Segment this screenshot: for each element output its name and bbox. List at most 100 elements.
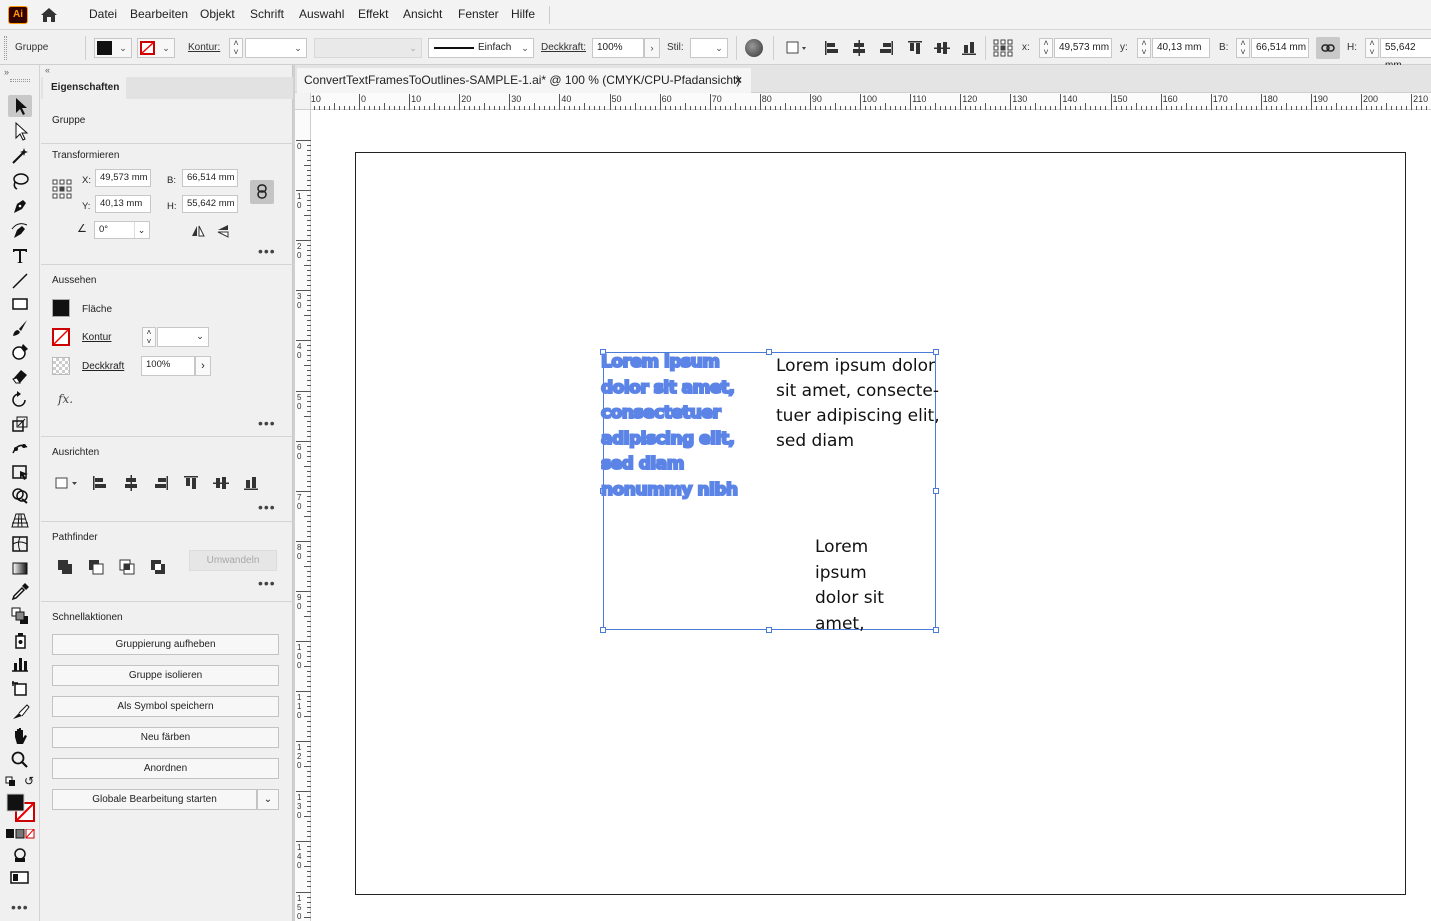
collapse-panel-icon[interactable]: « — [45, 65, 50, 75]
menu-auswahl[interactable]: Auswahl — [299, 7, 344, 21]
align-to-icon[interactable] — [55, 475, 81, 491]
align-center-vertical-icon[interactable] — [213, 475, 229, 491]
default-colors-icon[interactable] — [5, 776, 17, 788]
variable-width-profile[interactable]: ⌄ — [314, 38, 422, 58]
resize-handle[interactable] — [933, 488, 939, 494]
slice-tool-icon[interactable] — [8, 701, 32, 723]
align-left-icon[interactable] — [824, 40, 840, 56]
stroke-weight-stepper[interactable]: ˄ ˅ — [142, 327, 156, 347]
rectangle-tool-icon[interactable] — [8, 293, 32, 315]
minus-front-icon[interactable] — [88, 559, 104, 575]
menu-objekt[interactable]: Objekt — [200, 7, 235, 21]
opacity-input[interactable]: 100% — [141, 356, 195, 376]
hand-tool-icon[interactable] — [8, 725, 32, 747]
intersect-icon[interactable] — [119, 559, 135, 575]
lasso-tool-icon[interactable] — [8, 170, 32, 192]
column-graph-tool-icon[interactable] — [8, 653, 32, 675]
align-bottom-icon[interactable] — [961, 40, 977, 56]
pen-tool-icon[interactable] — [8, 195, 32, 217]
fill-color-picker[interactable]: ⌄ — [94, 38, 132, 58]
more-options-icon[interactable]: ••• — [258, 415, 276, 431]
eyedropper-tool-icon[interactable] — [8, 581, 32, 603]
y-stepper[interactable]: ˄ ˅ — [1137, 38, 1151, 58]
mesh-tool-icon[interactable] — [8, 533, 32, 555]
align-right-icon[interactable] — [878, 40, 894, 56]
more-options-icon[interactable]: ••• — [258, 499, 276, 515]
curvature-tool-icon[interactable] — [8, 220, 32, 242]
isolate-group-button[interactable]: Gruppe isolieren — [52, 665, 279, 686]
grip-icon[interactable] — [4, 36, 7, 60]
constrain-proportions-icon[interactable] — [250, 180, 274, 204]
drawing-mode-icon[interactable] — [12, 847, 28, 863]
height-stepper[interactable]: ˄ ˅ — [1365, 38, 1379, 58]
stroke-weight-stepper[interactable]: ˄ ˅ — [229, 38, 243, 58]
reference-point-icon[interactable] — [52, 179, 72, 199]
stroke-weight-input[interactable]: ⌄ — [157, 327, 209, 347]
shaper-tool-icon[interactable] — [8, 341, 32, 363]
flip-horizontal-icon[interactable] — [191, 224, 205, 238]
menu-effekt[interactable]: Effekt — [358, 7, 388, 21]
menu-schrift[interactable]: Schrift — [250, 7, 284, 21]
height-input[interactable]: 55,642 mm — [182, 195, 238, 213]
flip-vertical-icon[interactable] — [216, 224, 230, 238]
stroke-color-picker[interactable]: ⌄ — [137, 38, 175, 58]
resize-handle[interactable] — [766, 627, 772, 633]
opacity-expand-button[interactable]: › — [195, 356, 211, 376]
outlined-text-group[interactable]: Lorem ipsum dolor sit amet, consectetuer… — [600, 350, 751, 503]
direct-selection-tool-icon[interactable] — [8, 120, 32, 142]
document-tab[interactable]: ConvertTextFramesToOutlines-SAMPLE-1.ai*… — [297, 68, 751, 93]
canvas[interactable]: Lorem ipsum dolor sit amet, consectetuer… — [311, 110, 1431, 921]
fx-icon[interactable]: fx. — [58, 392, 73, 406]
resize-handle[interactable] — [766, 349, 772, 355]
more-options-icon[interactable]: ••• — [258, 575, 276, 591]
color-mode-icon[interactable] — [6, 828, 36, 839]
align-right-icon[interactable] — [153, 475, 169, 491]
align-to-selection-icon[interactable] — [786, 40, 810, 56]
rotate-tool-icon[interactable] — [8, 389, 32, 411]
selection-tool-icon[interactable] — [8, 95, 32, 117]
height-input[interactable]: 55,642 mm — [1380, 38, 1431, 71]
line-segment-tool-icon[interactable] — [8, 270, 32, 292]
zoom-tool-icon[interactable] — [8, 749, 32, 771]
eraser-tool-icon[interactable] — [8, 365, 32, 387]
free-transform-tool-icon[interactable] — [8, 461, 32, 483]
resize-handle[interactable] — [933, 627, 939, 633]
stroke-swatch[interactable] — [52, 328, 70, 346]
perspective-grid-tool-icon[interactable] — [8, 509, 32, 531]
collapse-toolbar-icon[interactable]: » — [4, 67, 9, 77]
align-center-horizontal-icon[interactable] — [123, 475, 139, 491]
x-stepper[interactable]: ˄ ˅ — [1039, 38, 1053, 58]
opacity-input[interactable]: 100% — [592, 38, 644, 58]
text-frame-1[interactable]: Lorem ipsum dolor sit amet, consecte- tu… — [776, 354, 940, 454]
pathfinder-convert-button[interactable]: Umwandeln — [189, 550, 277, 571]
menu-fenster[interactable]: Fenster — [458, 7, 499, 21]
ungroup-button[interactable]: Gruppierung aufheben — [52, 634, 279, 655]
screen-mode-icon[interactable] — [10, 871, 30, 885]
global-edit-dropdown[interactable]: ⌄ — [257, 789, 279, 810]
edit-toolbar-icon[interactable]: ••• — [11, 899, 29, 915]
rotation-input[interactable]: 0° ⌄ — [94, 221, 150, 239]
menu-hilfe[interactable]: Hilfe — [511, 7, 535, 21]
swap-colors-icon[interactable]: ↺ — [24, 774, 34, 788]
magic-wand-tool-icon[interactable] — [8, 145, 32, 167]
save-as-symbol-button[interactable]: Als Symbol speichern — [52, 696, 279, 717]
vertical-ruler[interactable]: 0 1 0 2 0 3 0 4 0 5 0 6 0 7 0 8 0 9 0 1 0 0 1 1 0 1 … — [295, 110, 311, 921]
align-center-horizontal-icon[interactable] — [851, 40, 867, 56]
paintbrush-tool-icon[interactable] — [8, 317, 32, 339]
constrain-proportions-icon[interactable] — [1316, 37, 1340, 59]
width-input[interactable]: 66,514 mm — [1251, 38, 1309, 58]
opacity-expand-button[interactable]: › — [644, 38, 660, 58]
x-input[interactable]: 49,573 mm — [1054, 38, 1112, 58]
tab-eigenschaften[interactable]: Eigenschaften — [43, 77, 126, 99]
align-center-vertical-icon[interactable] — [934, 40, 950, 56]
reference-point-icon[interactable] — [993, 39, 1013, 57]
artboard-tool-icon[interactable] — [8, 677, 32, 699]
fill-swatch[interactable] — [52, 299, 70, 317]
close-icon[interactable]: × — [735, 68, 742, 93]
x-input[interactable]: 49,573 mm — [95, 169, 151, 187]
arrange-button[interactable]: Anordnen — [52, 758, 279, 779]
menu-bearbeiten[interactable]: Bearbeiten — [130, 7, 188, 21]
shape-builder-tool-icon[interactable] — [8, 485, 32, 507]
symbol-sprayer-tool-icon[interactable] — [8, 629, 32, 651]
style-picker[interactable]: ⌄ — [690, 38, 728, 58]
